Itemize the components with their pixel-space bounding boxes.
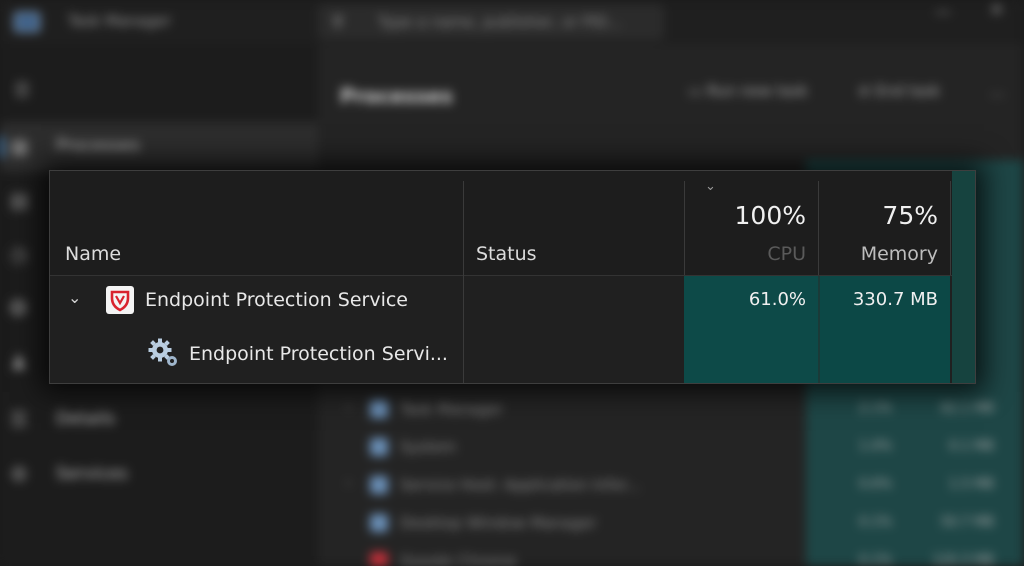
table-row[interactable]: › Service Host: Application Infor... 0.6…	[340, 470, 1024, 506]
users-icon: ♟	[10, 350, 28, 374]
process-cpu: 61.0%	[748, 289, 806, 310]
process-memory: 120.3 MB	[932, 553, 994, 566]
chevron-right-icon[interactable]: ›	[346, 400, 351, 415]
sidebar-item-services[interactable]: ⚙ Services	[0, 450, 318, 500]
sidebar-item-label: Details	[56, 409, 115, 429]
process-name: System	[400, 438, 456, 456]
app-icon	[370, 476, 388, 494]
table-row[interactable]: System 1.0% 0.1 MB	[340, 432, 1024, 468]
services-icon: ⚙	[10, 462, 28, 486]
process-memory: 50.7 MB	[940, 515, 994, 530]
chevron-down-icon[interactable]: ⌄	[68, 288, 81, 307]
hamburger-icon[interactable]: ☰	[14, 80, 30, 101]
app-history-icon: ◷	[10, 242, 28, 266]
column-divider	[684, 181, 685, 275]
process-memory: 330.7 MB	[852, 289, 938, 310]
end-task-button[interactable]: ⊘ End task	[858, 82, 940, 100]
performance-icon: ▤	[10, 188, 29, 212]
process-name: Endpoint Protection Service	[145, 289, 408, 311]
processes-icon: ▦	[10, 134, 29, 158]
search-icon: ⚲	[332, 12, 344, 31]
process-name: Desktop Window Manager	[400, 514, 597, 532]
process-memory: 0.1 MB	[949, 439, 994, 454]
chevron-right-icon[interactable]: ›	[346, 476, 351, 491]
process-cpu: 0.1%	[858, 553, 892, 566]
process-name: Service Host: Application Infor...	[400, 476, 641, 494]
page-title: Processes	[340, 84, 453, 108]
gear-icon	[148, 338, 177, 366]
search-placeholder: Type a name, publisher, or PID...	[378, 13, 622, 31]
process-table-highlight: Name Status ⌄ 100% CPU 75% Memory ⌄ Endp…	[49, 170, 976, 384]
process-memory: 1.5 MB	[949, 477, 994, 492]
table-row-endpoint-protection[interactable]: ⌄ Endpoint Protection Service 61.0% 330.…	[50, 276, 975, 326]
close-icon[interactable]: ✕	[990, 0, 1003, 19]
sidebar-item-label: Processes	[56, 136, 140, 156]
sort-chevron-icon: ⌄	[705, 179, 716, 194]
cpu-total-percent: 100%	[734, 201, 806, 230]
sidebar-item-details[interactable]: ☰ Details	[0, 395, 318, 445]
active-indicator	[0, 136, 3, 158]
app-icon	[370, 438, 388, 456]
app-icon	[370, 400, 388, 418]
process-cpu: 0.1%	[858, 515, 892, 530]
process-name: Google Chrome	[400, 552, 517, 566]
column-header-name[interactable]: Name	[65, 243, 121, 265]
process-memory: 62.1 MB	[940, 401, 994, 416]
column-header-status[interactable]: Status	[476, 243, 537, 265]
task-manager-logo-icon	[14, 12, 40, 32]
title-bar: Task Manager ⚲ Type a name, publisher, o…	[0, 0, 1024, 44]
more-options-button[interactable]: ...	[990, 82, 1004, 100]
table-row[interactable]: › Task Manager 2.1% 62.1 MB	[340, 394, 1024, 430]
process-cpu: 2.1%	[858, 401, 892, 416]
column-header-memory[interactable]: Memory	[818, 243, 938, 265]
run-new-task-label: Run new task	[706, 82, 808, 100]
end-task-label: End task	[875, 82, 941, 100]
shield-icon	[106, 286, 134, 314]
column-divider	[950, 181, 951, 275]
memory-total-percent: 75%	[882, 201, 938, 230]
process-cpu: 0.6%	[858, 477, 892, 492]
sidebar-item-processes[interactable]: ▦ Processes	[0, 122, 318, 172]
minimize-icon[interactable]: —	[935, 2, 951, 21]
search-box[interactable]: ⚲ Type a name, publisher, or PID...	[318, 4, 664, 40]
table-row-child-service[interactable]: Endpoint Protection Servi...	[50, 329, 975, 379]
table-row[interactable]: Google Chrome 0.1% 120.3 MB	[340, 546, 1024, 566]
process-name: Endpoint Protection Servi...	[189, 343, 448, 365]
app-icon	[370, 552, 388, 566]
column-header-cpu[interactable]: CPU	[690, 243, 806, 265]
process-name: Task Manager	[400, 400, 503, 418]
sidebar-item-label: Services	[56, 464, 128, 484]
startup-icon: ✪	[10, 296, 27, 320]
details-icon: ☰	[10, 407, 28, 431]
table-row[interactable]: Desktop Window Manager 0.1% 50.7 MB	[340, 508, 1024, 544]
process-cpu: 1.0%	[858, 439, 892, 454]
run-new-task-button[interactable]: ▭ Run new task	[688, 82, 808, 100]
app-title: Task Manager	[68, 12, 171, 30]
app-icon	[370, 514, 388, 532]
